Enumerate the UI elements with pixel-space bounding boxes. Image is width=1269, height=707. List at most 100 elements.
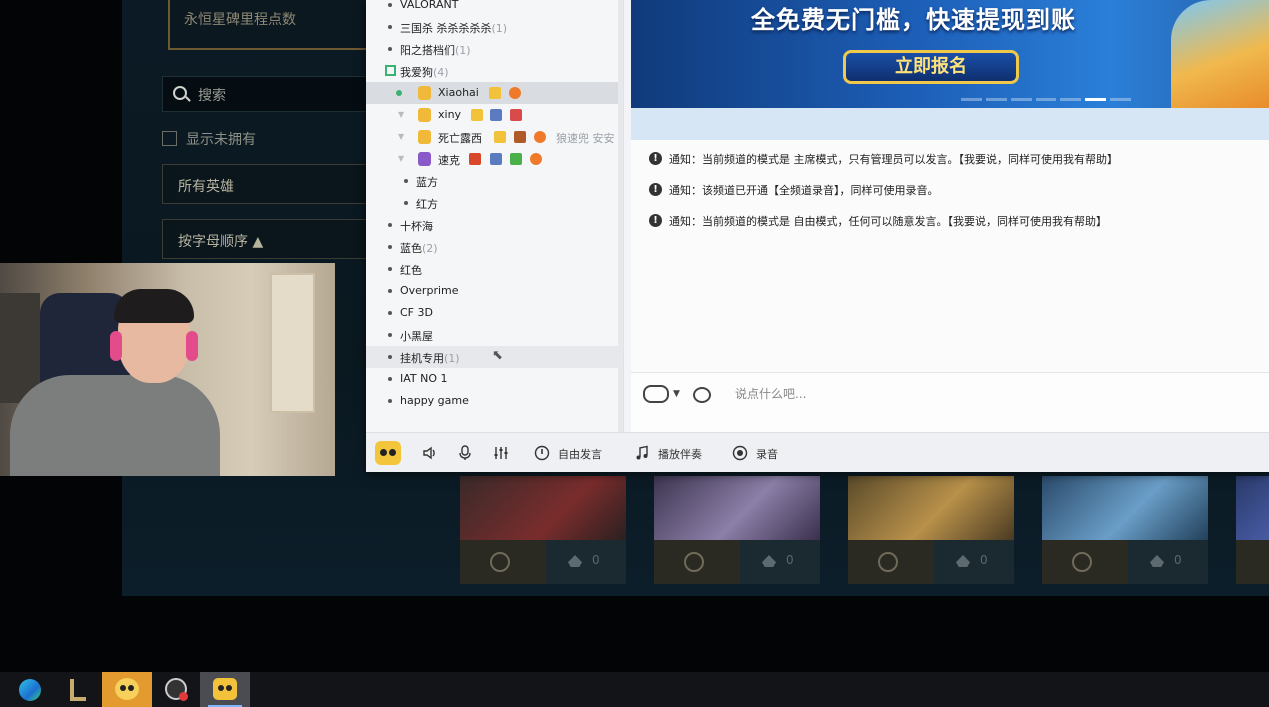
channel-name: IAT NO 1 [400, 372, 448, 385]
user-item[interactable]: Xiaohai [366, 82, 618, 104]
user-role-icon [418, 86, 431, 100]
channel-name: 红色 [400, 264, 422, 277]
subchannel-item[interactable]: 蓝方 [366, 170, 618, 192]
info-icon: ! [649, 183, 662, 196]
taskbar [0, 672, 1269, 707]
champion-filter-select[interactable]: 所有英雄 [162, 164, 372, 204]
taskbar-yy-button[interactable] [200, 672, 250, 707]
channel-item[interactable]: 十杯海 [366, 214, 618, 236]
bullet [388, 333, 392, 337]
voice-toolbar: 自由发言 播放伴奏 录音 [366, 432, 1269, 472]
crown-badge-icon [489, 87, 501, 99]
mastery-points-box[interactable]: 永恒星碑里程点数 [168, 0, 374, 50]
user-item[interactable]: ▼ xiny [366, 104, 618, 126]
user-item[interactable]: ▼ 死亡露西 狼速兜 安安 [366, 126, 618, 148]
channel-item[interactable]: Overprime [366, 280, 618, 302]
promo-banner[interactable]: 全免费无门槛，快速提现到账 立即报名 [631, 0, 1269, 108]
level-badge-icon [534, 131, 546, 143]
channel-name: Overprime [400, 284, 459, 297]
game-app-icon [165, 678, 188, 701]
yy-app-icon [213, 678, 237, 700]
headset-right [186, 331, 198, 361]
champion-card[interactable]: 0 [654, 476, 820, 584]
champion-card-footer [1236, 540, 1269, 584]
desktop: 永恒星碑里程点数 搜索 显示未拥有 所有英雄 按字母顺序 ▲ 0 0 0 0 V… [0, 0, 1269, 707]
channel-item[interactable]: 红色 [366, 258, 618, 280]
equalizer-icon [494, 447, 508, 459]
bullet [388, 311, 392, 315]
ward-icon [956, 555, 970, 567]
message-text: 通知：该频道已开通【全频道录音】，同样可使用录音。 [669, 184, 939, 197]
taskbar-lol-button[interactable] [53, 672, 103, 707]
banner-carousel-dots[interactable] [961, 98, 1132, 101]
channel-count: (1) [491, 22, 508, 35]
mastery-icon [878, 552, 898, 572]
banner-character-image [1171, 0, 1269, 108]
channel-item[interactable]: 阳之搭档们(1) [366, 38, 618, 60]
champion-search-input[interactable]: 搜索 [162, 76, 372, 112]
channel-item[interactable]: 小黑屋 [366, 324, 618, 346]
bullet [388, 267, 392, 271]
emoji-icon[interactable] [693, 387, 711, 403]
bullet [388, 245, 392, 249]
channel-item[interactable]: 蓝色(2) [366, 236, 618, 258]
yy-voice-window: VALORANT 三国杀 杀杀杀杀杀(1) 阳之搭档们(1) 我爱狗(4) Xi… [366, 0, 1269, 472]
champion-card[interactable]: 0 [460, 476, 626, 584]
subchannel-name: 红方 [416, 198, 438, 211]
channel-item[interactable]: CF 3D [366, 302, 618, 324]
channel-name: 蓝色 [400, 242, 422, 255]
qq-style-app-icon [115, 678, 139, 700]
channel-name: 挂机专用 [400, 352, 444, 365]
champion-filter-value: 所有英雄 [178, 179, 234, 195]
game-badge-icon [510, 153, 522, 165]
taskbar-app-button-active[interactable] [102, 672, 152, 707]
sort-order-select[interactable]: 按字母顺序 ▲ [162, 219, 372, 259]
channel-item[interactable]: happy game [366, 390, 618, 412]
user-item[interactable]: ▼ 速克 [366, 148, 618, 170]
channel-name: CF 3D [400, 306, 433, 319]
chevron-down-icon[interactable]: ▼ [673, 389, 680, 399]
channel-item[interactable]: 挂机专用(1) ⬉ [366, 346, 618, 368]
channel-item[interactable]: 三国杀 杀杀杀杀杀(1) [366, 16, 618, 38]
champion-card[interactable]: 0 [848, 476, 1014, 584]
bullet [388, 3, 392, 7]
chat-message-input[interactable]: 说点什么吧... [735, 385, 1255, 405]
channel-name: 小黑屋 [400, 330, 433, 343]
ward-icon [568, 555, 582, 567]
yy-logo-icon[interactable] [375, 441, 401, 465]
bullet [388, 47, 392, 51]
channel-item-current[interactable]: 我爱狗(4) [366, 60, 618, 82]
search-icon [173, 86, 187, 100]
mastery-points-label: 永恒星碑里程点数 [184, 12, 296, 28]
channel-name: VALORANT [400, 0, 459, 11]
webcam-person-body [10, 375, 220, 476]
ward-icon [762, 555, 776, 567]
taskbar-app-button[interactable] [151, 672, 201, 707]
vip-badge-icon [490, 109, 502, 121]
free-speak-label: 自由发言 [558, 448, 602, 461]
user-role-icon [418, 130, 431, 144]
show-unowned-checkbox[interactable] [162, 131, 177, 146]
champion-card[interactable] [1236, 476, 1269, 584]
champion-card[interactable]: 0 [1042, 476, 1208, 584]
channel-item[interactable]: IAT NO 1 [366, 368, 618, 390]
crown-badge-icon [471, 109, 483, 121]
champion-portrait [460, 476, 626, 540]
speaker-icon [423, 446, 435, 460]
bullet [388, 25, 392, 29]
banner-signup-button[interactable]: 立即报名 [843, 50, 1019, 84]
headset-left [110, 331, 122, 361]
subchannel-item[interactable]: 红方 [366, 192, 618, 214]
gamepad-icon[interactable] [643, 385, 669, 403]
bullet [388, 377, 392, 381]
taskbar-edge-button[interactable] [4, 672, 54, 707]
subchannel-name: 蓝方 [416, 176, 438, 189]
channel-tree-scrollbar[interactable] [618, 0, 623, 432]
bullet [404, 201, 408, 205]
user-name: Xiaohai [438, 86, 479, 99]
league-client-icon [70, 679, 86, 701]
chat-panel: 全免费无门槛，快速提现到账 立即报名 ! 通知：当前频道的模式是 主席模式，只有… [631, 0, 1269, 432]
show-unowned-label: 显示未拥有 [186, 132, 256, 148]
mastery-icon [684, 552, 704, 572]
channel-item[interactable]: VALORANT [366, 0, 618, 16]
